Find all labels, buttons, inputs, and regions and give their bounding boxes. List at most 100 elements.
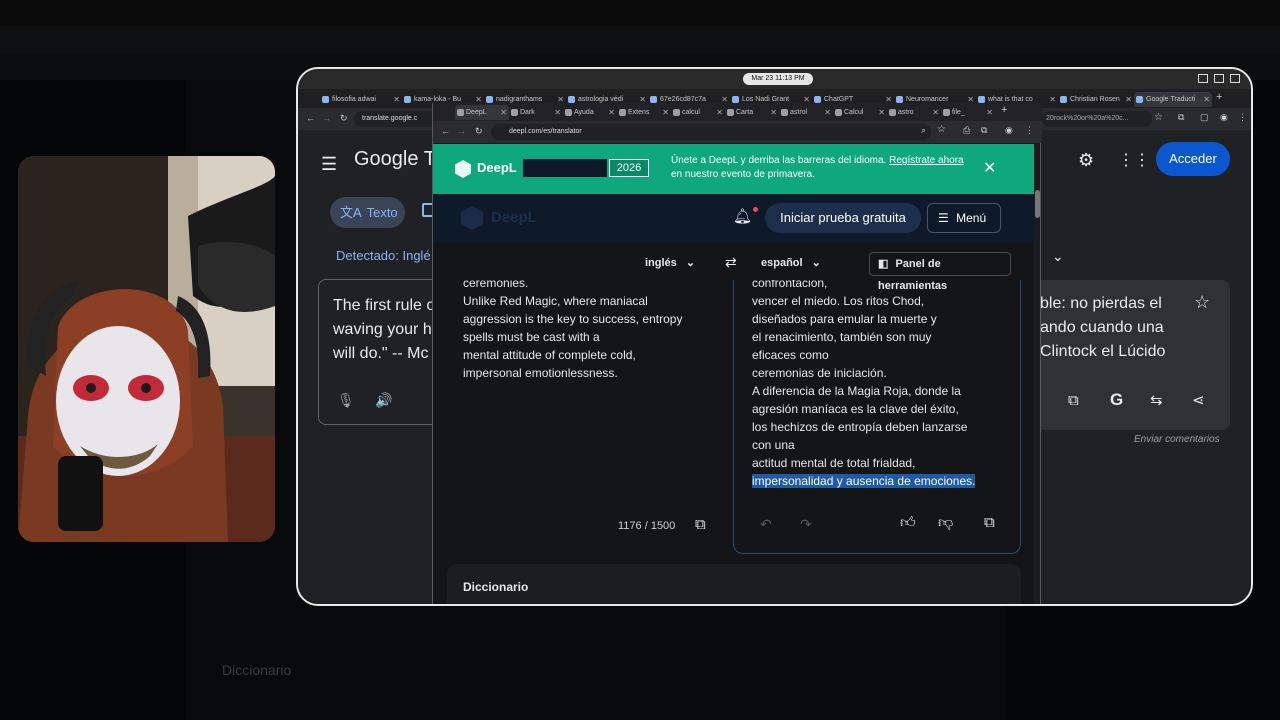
copy-translation-icon[interactable]: ⧉ (1068, 392, 1079, 409)
maximize-icon[interactable] (1214, 74, 1224, 83)
deepl-logo-text[interactable]: DeepL (491, 209, 537, 226)
copy-source-icon[interactable]: ⧉ (695, 516, 706, 533)
tab-favicon-icon (322, 96, 329, 103)
copy-translation-icon[interactable]: ⧉ (984, 514, 995, 531)
menu-button[interactable]: ☰ Menú (927, 203, 1001, 233)
tab-favicon-icon (650, 96, 657, 103)
extensions-icon[interactable]: ⧉ (1178, 112, 1184, 123)
share-icon[interactable]: ⋖ (1192, 391, 1205, 409)
sign-in-button[interactable]: Acceder (1156, 142, 1230, 176)
tab-favicon-icon (1060, 96, 1067, 103)
back-icon[interactable]: ← (306, 113, 315, 123)
send-feedback-link[interactable]: Enviar comentarios (1134, 434, 1220, 445)
deepl-tab[interactable]: Calcul ✕ (833, 105, 887, 120)
tab-favicon-icon (568, 96, 575, 103)
redo-icon[interactable]: ↷ (800, 516, 812, 533)
banner-year-badge: 2026 (609, 159, 649, 177)
close-tab-icon[interactable]: ✕ (716, 105, 723, 120)
profile-icon[interactable]: ◉ (1005, 125, 1013, 136)
start-free-trial-button[interactable]: Iniciar prueba gratuita (765, 203, 921, 233)
close-tab-icon[interactable]: ✕ (500, 105, 507, 120)
swap-languages-icon[interactable]: ⇄ (725, 254, 737, 271)
hamburger-icon[interactable]: ☰ (321, 154, 337, 175)
deepl-tab[interactable]: Carta ✕ (725, 105, 779, 120)
source-text-area[interactable]: ceremonies. Unlike Red Magic, where mani… (447, 280, 723, 558)
google-translate-logo[interactable]: Google Tr (354, 148, 442, 171)
tools-panel-button[interactable]: ◧ Panel de herramientas (869, 252, 1011, 292)
reload-icon[interactable]: ↻ (475, 126, 483, 137)
deepl-tab-active[interactable]: DeepL ✕ (455, 105, 509, 120)
target-language-selector[interactable]: español ⌄ (761, 256, 821, 269)
close-window-icon[interactable] (1230, 74, 1240, 83)
banner-message: Únete a DeepL y derriba las barreras del… (671, 155, 964, 180)
close-tab-icon[interactable]: ✕ (1125, 92, 1132, 107)
close-tab-icon[interactable]: ✕ (986, 105, 993, 120)
text-mode-tab[interactable]: 文A Texto (330, 197, 405, 228)
back-icon[interactable]: ← (441, 126, 450, 136)
source-language-selector[interactable]: inglés ⌄ (645, 256, 695, 269)
close-tab-icon[interactable]: ✕ (932, 105, 939, 120)
close-tab-icon[interactable]: ✕ (393, 92, 400, 107)
banner-register-link[interactable]: Regístrate ahora (889, 155, 964, 166)
profile-icon[interactable]: ◉ (1220, 112, 1228, 123)
close-tab-icon[interactable]: ✕ (554, 105, 561, 120)
deepl-tab[interactable]: calcul ✕ (671, 105, 725, 120)
deepl-tab[interactable]: Extens ✕ (617, 105, 671, 120)
system-clock: Mar 23 11:13 PM (743, 73, 813, 85)
thumbs-down-icon[interactable]: 👎︎ (938, 514, 953, 532)
deepl-tab[interactable]: Dark ✕ (509, 105, 563, 120)
deepl-tab[interactable]: astrol ✕ (779, 105, 833, 120)
settings-gear-icon[interactable]: ⚙ (1078, 150, 1094, 171)
bookmark-star-icon[interactable]: ☆ (1154, 112, 1163, 123)
google-lens-g-icon[interactable]: G (1110, 390, 1123, 410)
outer-tab[interactable]: Christian Rosen ✕ (1058, 92, 1134, 107)
close-banner-icon[interactable]: ✕ (983, 158, 996, 178)
close-tab-icon[interactable]: ✕ (662, 105, 669, 120)
close-tab-icon[interactable]: ✕ (878, 105, 885, 120)
save-translation-star-icon[interactable]: ☆ (1194, 292, 1210, 313)
target-language-dropdown-icon[interactable]: ⌄ (1052, 248, 1064, 265)
minimize-icon[interactable] (1198, 74, 1208, 83)
scrollbar-thumb[interactable] (1035, 190, 1040, 218)
deepl-tab[interactable]: file_ ✕ (941, 105, 995, 120)
thumbs-up-icon[interactable]: 👍︎ (900, 514, 916, 532)
zoom-icon[interactable]: ⌕ (921, 125, 926, 136)
close-tab-icon[interactable]: ✕ (1049, 92, 1056, 107)
browser-menu-icon[interactable]: ⋮ (1025, 125, 1034, 136)
bookmark-star-icon[interactable]: ☆ (937, 124, 946, 135)
webcam-overlay (18, 156, 275, 542)
deepl-tab-strip: DeepL ✕ Dark ✕ Ayuda ✕ Extens ✕ calcul ✕ Cart… (433, 103, 1042, 121)
deepl-logo-icon[interactable] (461, 206, 483, 230)
rate-translation-icon[interactable]: ⇆ (1150, 391, 1163, 409)
print-icon[interactable]: ⎙ (963, 125, 970, 136)
outer-tab[interactable]: filosofia adwai ✕ (320, 92, 402, 107)
sidebar-icon[interactable]: ▢ (1200, 112, 1209, 123)
tab-favicon-icon (404, 96, 411, 103)
selected-text[interactable]: impersonalidad y ausencia de emociones. (752, 474, 976, 488)
tab-favicon-icon (835, 109, 842, 116)
deepl-url-field[interactable]: deepl.com/es/translator (491, 124, 931, 140)
close-tab-icon[interactable]: ✕ (1203, 92, 1210, 107)
undo-icon[interactable]: ↶ (760, 516, 772, 533)
notifications-bell-icon[interactable]: 🔔︎ (733, 207, 752, 225)
browser-menu-icon[interactable]: ⋮ (1238, 112, 1247, 123)
new-tab-button[interactable]: + (1216, 91, 1222, 103)
listen-source-icon[interactable]: 🔊 (375, 392, 392, 409)
extensions-icon[interactable]: ⧉ (981, 125, 987, 136)
deepl-tab[interactable]: astro ✕ (887, 105, 941, 120)
tab-favicon-icon (814, 96, 821, 103)
detected-language-tab[interactable]: Detectado: Inglé (336, 248, 431, 263)
deepl-tab[interactable]: Ayuda ✕ (563, 105, 617, 120)
microphone-icon[interactable]: 🎙 (337, 392, 355, 409)
deepl-banner-logo-icon (455, 160, 471, 178)
close-tab-icon[interactable]: ✕ (824, 105, 831, 120)
forward-icon[interactable]: → (322, 113, 331, 123)
close-tab-icon[interactable]: ✕ (608, 105, 615, 120)
forward-icon[interactable]: → (457, 126, 466, 136)
outer-tab-active[interactable]: Google Traducti ✕ (1134, 92, 1212, 107)
source-text-box[interactable]: The first rule o waving your ha will do.… (318, 279, 441, 425)
apps-grid-icon[interactable]: ⋮⋮ (1118, 150, 1150, 170)
new-tab-button[interactable]: + (1001, 104, 1007, 116)
close-tab-icon[interactable]: ✕ (770, 105, 777, 120)
reload-icon[interactable]: ↻ (340, 113, 348, 124)
